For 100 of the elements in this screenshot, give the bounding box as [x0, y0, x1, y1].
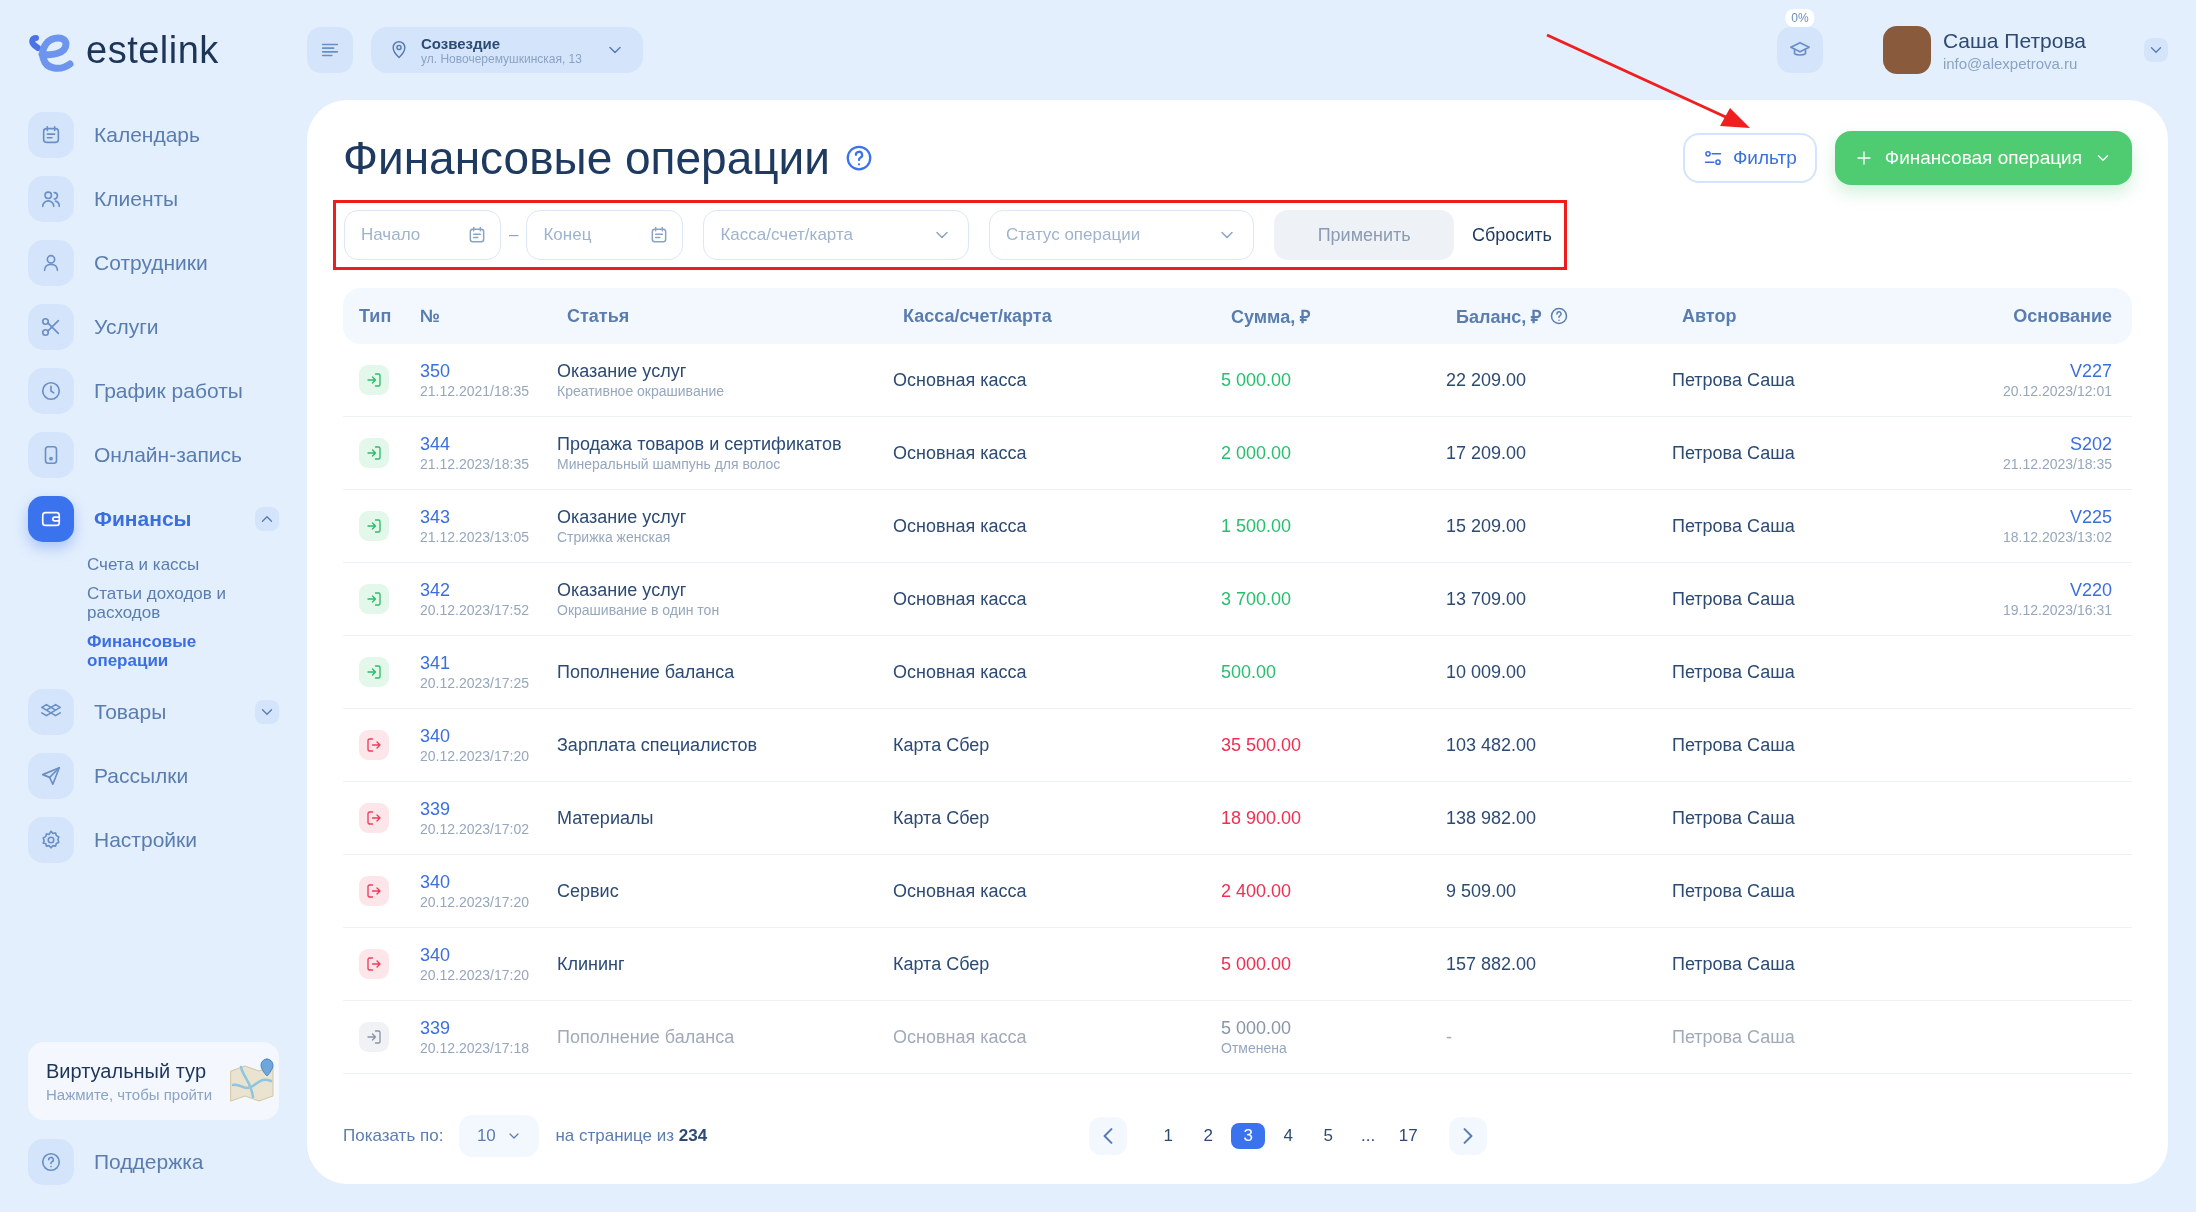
- operation-datetime: 20.12.2023/17:18: [420, 1040, 530, 1056]
- sidebar-item[interactable]: Клиенты: [28, 177, 279, 221]
- article-name: Клининг: [557, 953, 626, 975]
- account-name: Основная касса: [893, 369, 1027, 390]
- balance-value: 15 209.00: [1446, 515, 1527, 536]
- operation-number-link[interactable]: 342: [420, 580, 549, 601]
- article-note: Окрашивание в один тон: [557, 602, 721, 618]
- plus-icon: [1854, 149, 1873, 167]
- user-menu-button[interactable]: [2144, 38, 2168, 62]
- balance-value: 138 982.00: [1446, 807, 1537, 828]
- sidebar-item[interactable]: Онлайн-запись: [28, 433, 279, 477]
- previous-page-button[interactable]: [1089, 1117, 1128, 1155]
- author-name: Петрова Саша: [1672, 1026, 1795, 1047]
- page-size-select[interactable]: 10: [459, 1115, 540, 1157]
- sidebar-item[interactable]: Услуги: [28, 305, 279, 349]
- author-name: Петрова Саша: [1672, 807, 1795, 828]
- status-note: Отменена: [1221, 1040, 1288, 1056]
- next-page-button[interactable]: [1449, 1117, 1488, 1155]
- amount-value: 5 000.00: [1221, 369, 1293, 391]
- author-name: Петрова Саша: [1672, 369, 1795, 390]
- basis-link[interactable]: V227: [2069, 361, 2112, 382]
- settings-icon: [40, 829, 62, 851]
- people-icon: [40, 188, 62, 210]
- balance-value: -: [1446, 1026, 1452, 1047]
- operation-number-link[interactable]: 340: [420, 872, 549, 893]
- basis-link[interactable]: V225: [2069, 507, 2112, 528]
- basis-link[interactable]: V220: [2069, 580, 2112, 601]
- operation-datetime: 20.12.2023/17:25: [420, 675, 530, 691]
- page-button[interactable]: ...: [1351, 1123, 1386, 1149]
- amount-value: 5 000.00: [1221, 953, 1293, 975]
- balance-value: 13 709.00: [1446, 588, 1527, 609]
- operation-number-link[interactable]: 340: [420, 945, 549, 966]
- date-field[interactable]: Конец: [526, 210, 684, 260]
- range-separator: –: [509, 225, 519, 245]
- page-button[interactable]: 2: [1191, 1123, 1226, 1149]
- operation-number-link[interactable]: 343: [420, 507, 549, 528]
- operation-number-link[interactable]: 339: [420, 1018, 549, 1039]
- basis-date: 19.12.2023/16:31: [2003, 602, 2112, 618]
- author-name: Петрова Саша: [1672, 880, 1795, 901]
- logout-arrow-icon: [365, 882, 383, 900]
- sidebar-item[interactable]: Календарь: [28, 113, 279, 157]
- page-button[interactable]: 4: [1271, 1123, 1306, 1149]
- author-name: Петрова Саша: [1672, 588, 1795, 609]
- location-address: ул. Новочеремушкинская, 13: [421, 51, 583, 66]
- location-selector[interactable]: Созвездие ул. Новочеремушкинская, 13: [371, 27, 643, 73]
- amount-value: 2 400.00: [1221, 880, 1293, 902]
- article-note: Минеральный шампунь для волос: [557, 456, 782, 472]
- user-name: Саша Петрова: [1942, 28, 2086, 53]
- tour-card[interactable]: Виртуальный тур Нажмите, чтобы пройти: [28, 1042, 279, 1120]
- operation-datetime: 20.12.2023/17:02: [420, 821, 530, 837]
- sidebar-item[interactable]: Товары: [28, 690, 279, 734]
- map-pin-icon: [389, 40, 409, 60]
- learning-button[interactable]: [1776, 27, 1823, 73]
- account-name: Карта Сбер: [893, 807, 990, 828]
- operation-number-link[interactable]: 341: [420, 653, 549, 674]
- operation-datetime: 21.12.2023/13:05: [420, 529, 530, 545]
- balance-value: 9 509.00: [1446, 880, 1517, 901]
- balance-value: 103 482.00: [1446, 734, 1537, 755]
- calendar-icon: [40, 124, 62, 146]
- page-button[interactable]: 5: [1311, 1123, 1346, 1149]
- operation-number-link[interactable]: 350: [420, 361, 549, 382]
- balance-value: 22 209.00: [1446, 369, 1527, 390]
- filter-button[interactable]: Фильтр: [1682, 133, 1817, 183]
- page-button[interactable]: 17: [1391, 1123, 1426, 1149]
- operation-number-link[interactable]: 339: [420, 799, 549, 820]
- sidebar-item[interactable]: Сотрудники: [28, 241, 279, 285]
- page-button[interactable]: 3: [1231, 1123, 1266, 1149]
- submenu-item[interactable]: Счета и кассы: [87, 555, 279, 574]
- page-button[interactable]: 1: [1151, 1123, 1186, 1149]
- sidebar-item[interactable]: График работы: [28, 369, 279, 413]
- sidebar-item[interactable]: Финансы: [28, 497, 279, 541]
- basis-link[interactable]: S202: [2069, 434, 2112, 455]
- page-title: Финансовые операции: [343, 131, 830, 185]
- article-name: Оказание услуг: [557, 580, 688, 601]
- logout-arrow-icon: [365, 955, 383, 973]
- submenu-item[interactable]: Статьи доходов и расходов: [87, 584, 279, 622]
- logout-arrow-icon: [365, 809, 383, 827]
- support-link[interactable]: Поддержка: [28, 1140, 279, 1184]
- amount-value: 35 500.00: [1221, 734, 1303, 756]
- account-name: Карта Сбер: [893, 734, 990, 755]
- reset-button[interactable]: Сбросить: [1468, 224, 1556, 246]
- operation-number-link[interactable]: 344: [420, 434, 549, 455]
- date-field[interactable]: Начало: [344, 210, 501, 260]
- sidebar-item[interactable]: Настройки: [28, 818, 279, 862]
- submenu-item[interactable]: Финансовые операции: [87, 632, 279, 670]
- column-header: Тип: [358, 305, 393, 327]
- article-name: Зарплата специалистов: [557, 734, 759, 756]
- article-name: Пополнение баланса: [557, 661, 736, 683]
- sidebar-item[interactable]: Рассылки: [28, 754, 279, 798]
- account-name: Основная касса: [893, 880, 1027, 901]
- login-arrow-icon: [365, 517, 383, 535]
- send-icon: [40, 765, 62, 787]
- article-name: Пополнение баланса: [557, 1026, 736, 1048]
- article-name: Сервис: [557, 880, 620, 902]
- operation-number-link[interactable]: 340: [420, 726, 549, 747]
- menu-button[interactable]: [307, 27, 353, 73]
- chevron-left-icon: [1103, 1128, 1114, 1144]
- help-icon: [40, 1151, 62, 1173]
- login-arrow-icon: [365, 371, 383, 389]
- balance-value: 10 009.00: [1446, 661, 1527, 682]
